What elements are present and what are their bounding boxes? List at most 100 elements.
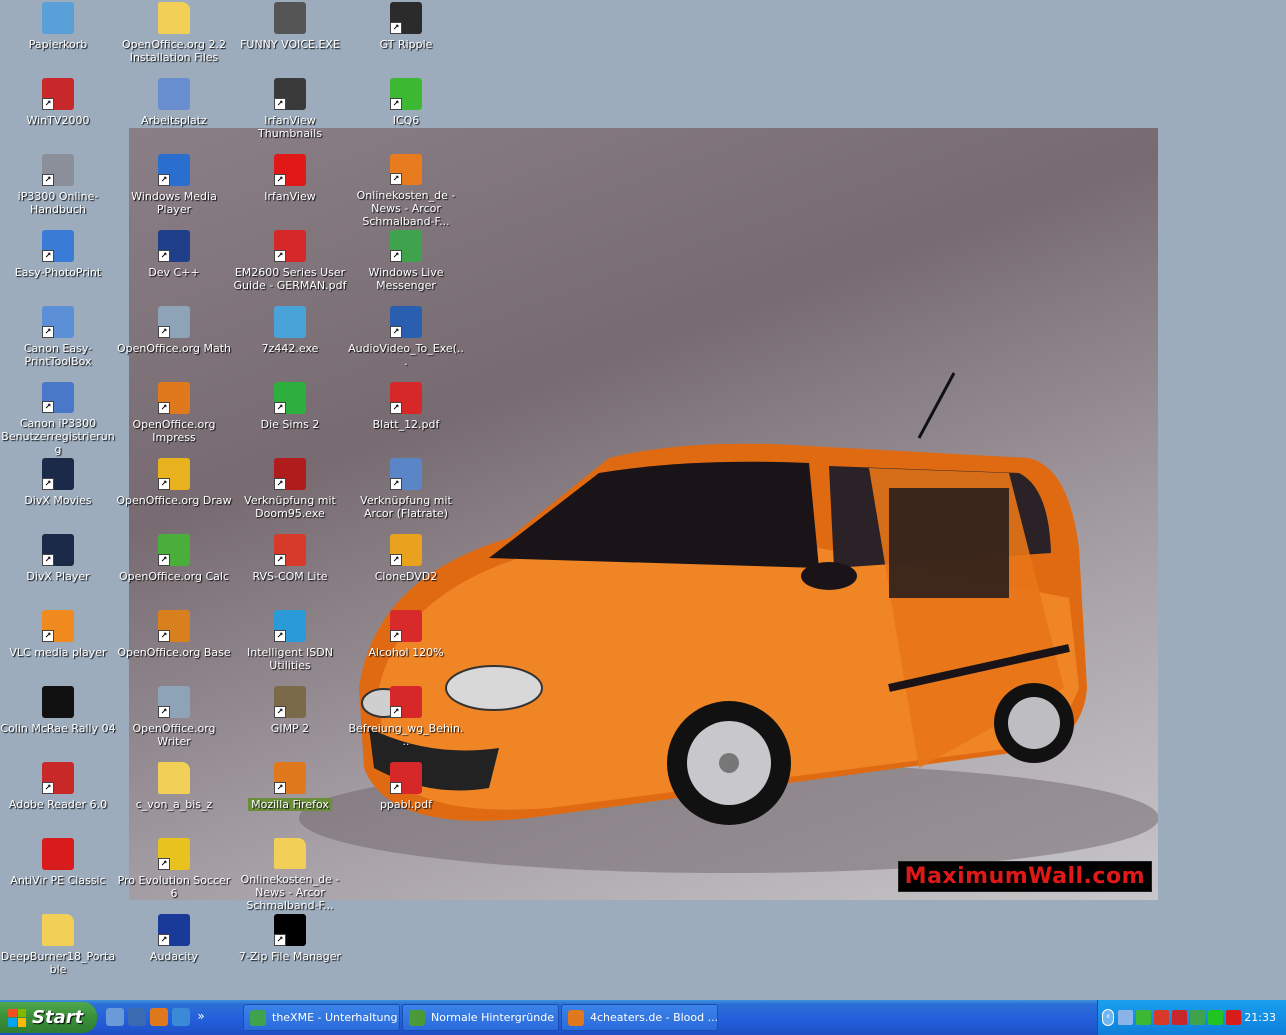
wintv-icon: ↗ — [42, 78, 74, 110]
desktop-icon[interactable]: ↗ iP3300 Online-Handbuch — [0, 154, 116, 228]
clonedvd-icon: ↗ — [390, 534, 422, 566]
desktop-icon[interactable]: ↗ ICQ6 — [348, 78, 464, 152]
photoprint-icon: ↗ — [42, 230, 74, 262]
desktop-icon-label: Blatt_12.pdf — [372, 418, 440, 431]
oo-writer-icon: ↗ — [158, 686, 190, 718]
desktop-icon[interactable]: ↗ Easy-PhotoPrint — [0, 230, 116, 304]
desktop-icon[interactable]: ↗ GIMP 2 — [232, 686, 348, 760]
desktop-icon[interactable]: ↗ Canon iP3300 Benutzerregistrierung — [0, 382, 116, 456]
desktop-icon-label: Arbeitsplatz — [141, 114, 207, 127]
desktop-icon[interactable]: Onlinekosten_de - News - Arcor Schmalban… — [232, 838, 348, 912]
desktop-icon[interactable]: ↗ OpenOffice.org Impress — [116, 382, 232, 456]
desktop-icon[interactable]: ↗ Befreiung_wg_Behin... — [348, 686, 464, 760]
desktop-icon[interactable]: Arbeitsplatz — [116, 78, 232, 152]
desktop-icon[interactable]: ↗ AudioVideo_To_Exe(... — [348, 306, 464, 380]
start-button[interactable]: Start — [0, 1002, 97, 1033]
folder-icon — [42, 914, 74, 946]
desktop-icon-label: Papierkorb — [28, 38, 88, 51]
divx-icon: ↗ — [42, 534, 74, 566]
desktop-icon[interactable]: ↗ OpenOffice.org Writer — [116, 686, 232, 760]
desktop-icon[interactable]: ↗ Audacity — [116, 914, 232, 988]
desktop[interactable]: MaximumWall.com Papierkorb OpenOffice.org… — [0, 0, 1286, 1000]
installer-icon — [274, 306, 306, 338]
firefox-icon[interactable] — [150, 1008, 168, 1026]
window-switch-icon[interactable] — [128, 1008, 146, 1026]
rvs-com-tray-icon[interactable] — [1154, 1010, 1170, 1025]
desktop-icon[interactable]: ↗ VLC media player — [0, 610, 116, 684]
shortcut-arrow-icon: ↗ — [42, 98, 54, 110]
desktop-icon-label: DeepBurner18_Portable — [0, 950, 116, 976]
desktop-icon[interactable]: ↗ OpenOffice.org Base — [116, 610, 232, 684]
desktop-icon[interactable]: ↗ OpenOffice.org Calc — [116, 534, 232, 608]
desktop-icon[interactable]: ↗ Blatt_12.pdf — [348, 382, 464, 456]
desktop-icon[interactable]: ↗ Mozilla Firefox — [232, 762, 348, 836]
antivir-tray-icon[interactable] — [1226, 1010, 1242, 1025]
icq-tray-icon[interactable] — [1136, 1010, 1152, 1025]
taskbar-button[interactable]: theXME - Unterhaltung — [243, 1004, 400, 1031]
firefox-document-icon: ↗ — [390, 154, 422, 185]
desktop-icon[interactable]: DeepBurner18_Portable — [0, 914, 116, 988]
desktop-icon[interactable]: ↗ Dev C++ — [116, 230, 232, 304]
status-green-icon[interactable] — [1208, 1010, 1224, 1025]
antivir-umbrella-icon — [42, 838, 74, 870]
desktop-icon[interactable]: ↗ IrfanView — [232, 154, 348, 228]
desktop-icon-label: Mozilla Firefox — [248, 798, 332, 811]
taskbar-button[interactable]: 4cheaters.de - Blood ... — [561, 1004, 718, 1031]
desktop-icon[interactable]: ↗ Verknüpfung mit Doom95.exe — [232, 458, 348, 532]
desktop-icon[interactable]: ↗ Die Sims 2 — [232, 382, 348, 456]
clock[interactable]: 21:33 — [1244, 1011, 1276, 1024]
network-icon[interactable] — [1118, 1010, 1134, 1025]
desktop-icon[interactable]: c_von_a_bis_z — [116, 762, 232, 836]
shortcut-arrow-icon: ↗ — [390, 326, 402, 338]
desktop-icon[interactable]: ↗ Verknüpfung mit Arcor (Flatrate) — [348, 458, 464, 532]
desktop-icon[interactable]: ↗ 7-Zip File Manager — [232, 914, 348, 988]
desktop-icon[interactable]: ↗ WinTV2000 — [0, 78, 116, 152]
internet-explorer-icon[interactable] — [172, 1008, 190, 1026]
shield-icon[interactable] — [1172, 1010, 1188, 1025]
desktop-icon[interactable]: ↗ Windows Live Messenger — [348, 230, 464, 304]
show-desktop-icon[interactable] — [106, 1008, 124, 1026]
desktop-icon[interactable]: ↗ CloneDVD2 — [348, 534, 464, 608]
desktop-icon-label: Canon iP3300 Benutzerregistrierung — [1, 417, 115, 456]
desktop-icon[interactable]: ↗ IrfanView Thumbnails — [232, 78, 348, 152]
desktop-icon[interactable]: ↗ Pro Evolution Soccer 6 — [116, 838, 232, 912]
desktop-icon[interactable]: AntiVir PE Classic — [0, 838, 116, 912]
desktop-icon[interactable]: ↗ DivX Movies — [0, 458, 116, 532]
shortcut-arrow-icon: ↗ — [390, 706, 402, 718]
desktop-icon[interactable]: ↗ RVS-COM Lite — [232, 534, 348, 608]
desktop-icon[interactable]: ↗ ppabl.pdf — [348, 762, 464, 836]
taskbar-button[interactable]: Normale Hintergründe — [402, 1004, 559, 1031]
shortcut-arrow-icon: ↗ — [42, 554, 54, 566]
desktop-icon[interactable]: Colin McRae Rally 04 — [0, 686, 116, 760]
desktop-icon[interactable]: ↗ DivX Player — [0, 534, 116, 608]
quick-launch-more-button[interactable]: » — [194, 1008, 208, 1026]
shortcut-arrow-icon: ↗ — [390, 630, 402, 642]
desktop-icon[interactable]: OpenOffice.org 2.2 Installation Files — [116, 2, 232, 76]
desktop-icon[interactable]: ↗ GT Ripple — [348, 2, 464, 76]
desktop-icon-label: Intelligent ISDN Utilities — [247, 646, 333, 672]
desktop-icon[interactable]: FUNNY VOICE.EXE — [232, 2, 348, 76]
alcohol-icon: ↗ — [390, 610, 422, 642]
desktop-icon[interactable]: ↗ Canon Easy-PrintToolBox — [0, 306, 116, 380]
7zip-icon: ↗ — [274, 914, 306, 946]
oo-calc-icon: ↗ — [158, 534, 190, 566]
taskbar: Start » theXME - Unterhaltung Normale Hin… — [0, 1000, 1286, 1035]
desktop-icon-label: OpenOffice.org 2.2 Installation Files — [121, 38, 227, 64]
desktop-icon[interactable]: 7z442.exe — [232, 306, 348, 380]
desktop-icon[interactable]: ↗ Intelligent ISDN Utilities — [232, 610, 348, 684]
desktop-icon[interactable]: Papierkorb — [0, 2, 116, 76]
messenger-tray-icon[interactable] — [1190, 1010, 1206, 1025]
desktop-icon[interactable]: ↗ Adobe Reader 6.0 — [0, 762, 116, 836]
windows-logo-icon — [8, 1008, 26, 1027]
desktop-icon[interactable]: ↗ OpenOffice.org Math — [116, 306, 232, 380]
desktop-icon[interactable]: ↗ OpenOffice.org Draw — [116, 458, 232, 532]
taskbar-button-label: Normale Hintergründe — [431, 1011, 554, 1024]
desktop-icon[interactable]: ↗ Windows Media Player — [116, 154, 232, 228]
desktop-icon[interactable]: ↗ EM2600 Series User Guide - GERMAN.pdf — [232, 230, 348, 304]
desktop-icon-label: Die Sims 2 — [260, 418, 320, 431]
tray-expand-button[interactable]: ‹ — [1102, 1009, 1115, 1026]
desktop-icon[interactable]: ↗ Onlinekosten_de - News - Arcor Schmalba… — [348, 154, 464, 228]
pdf-icon: ↗ — [390, 686, 422, 718]
desktop-icon[interactable]: ↗ Alcohol 120% — [348, 610, 464, 684]
shortcut-arrow-icon: ↗ — [42, 174, 54, 186]
